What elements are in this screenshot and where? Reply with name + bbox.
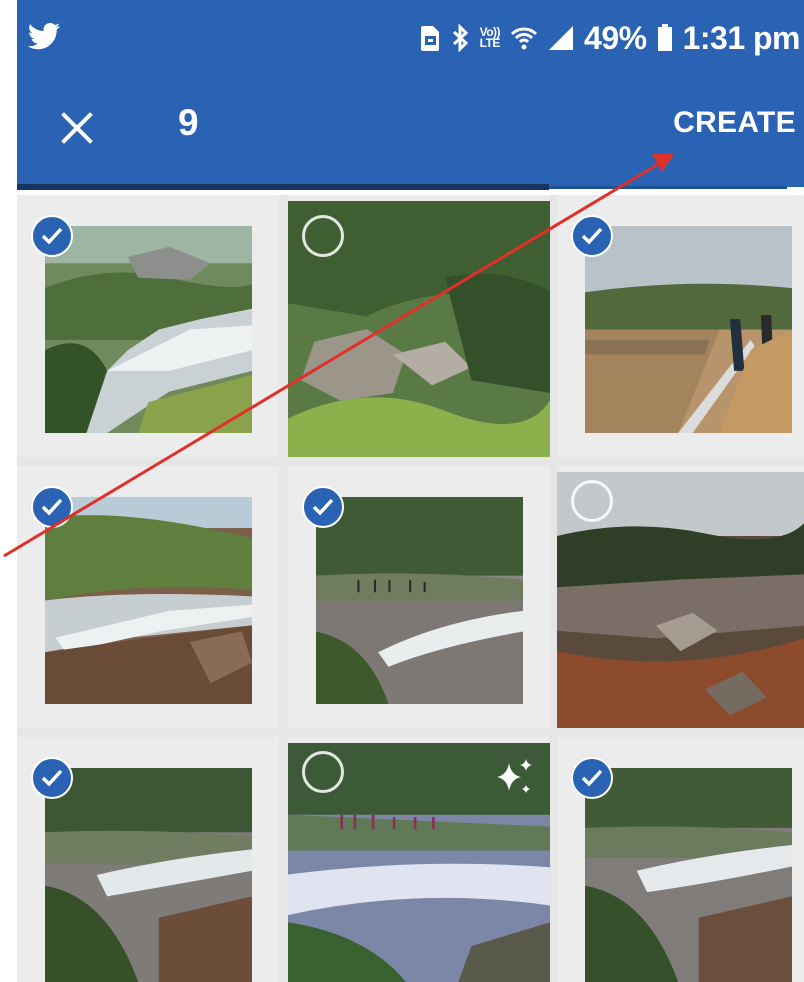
photo-tile-1[interactable]: [17, 195, 279, 457]
close-button[interactable]: [47, 98, 107, 158]
selected-check-badge[interactable]: [31, 757, 73, 799]
photo-grid: [17, 195, 804, 982]
sparkle-icon: [497, 759, 532, 793]
photo-tile-9[interactable]: [557, 737, 804, 982]
photo-tile-6[interactable]: [557, 466, 804, 728]
unselected-circle-badge[interactable]: [571, 480, 613, 522]
close-icon: [61, 112, 93, 144]
selected-check-badge[interactable]: [31, 215, 73, 257]
selected-check-badge[interactable]: [31, 486, 73, 528]
photo-thumbnail: [45, 768, 252, 982]
photo-thumbnail: [45, 497, 252, 704]
selected-check-badge[interactable]: [571, 215, 613, 257]
create-button[interactable]: CREATE: [673, 106, 796, 140]
battery-percent: 49%: [584, 19, 647, 56]
photo-tile-2[interactable]: [288, 195, 550, 457]
photo-tile-8[interactable]: [288, 737, 550, 982]
clock: 1:31 pm: [682, 19, 801, 56]
battery-icon: [657, 24, 672, 51]
photo-thumbnail: [45, 226, 252, 433]
status-icons: Vo)) LTE 49% 1:31 pm: [420, 16, 801, 60]
unselected-circle-badge[interactable]: [302, 751, 344, 793]
signal-icon: [549, 26, 574, 50]
tab-indicator: [17, 184, 549, 190]
photo-tile-5[interactable]: [288, 466, 550, 728]
app-bar: Vo)) LTE 49% 1:31 pm 9 CREATE: [17, 0, 804, 187]
selected-check-badge[interactable]: [571, 757, 613, 799]
selected-count: 9: [178, 102, 199, 143]
photo-tile-3[interactable]: [557, 195, 804, 457]
wifi-icon: [510, 27, 538, 50]
tab-divider: [549, 186, 787, 189]
photo-thumbnail: [585, 768, 792, 982]
status-bar: Vo)) LTE 49% 1:31 pm: [17, 0, 804, 80]
sd-card-icon: [420, 26, 439, 51]
photo-thumbnail: [316, 497, 523, 704]
toolbar: 9 CREATE: [17, 80, 804, 187]
selected-check-badge[interactable]: [302, 486, 344, 528]
photo-tile-7[interactable]: [17, 737, 279, 982]
photo-tile-4[interactable]: [17, 466, 279, 728]
unselected-circle-badge[interactable]: [302, 215, 344, 257]
twitter-bird-icon: [27, 23, 60, 50]
bluetooth-icon: [452, 24, 468, 52]
photo-thumbnail: [585, 226, 792, 433]
volte-icon: Vo)) LTE: [479, 25, 501, 50]
